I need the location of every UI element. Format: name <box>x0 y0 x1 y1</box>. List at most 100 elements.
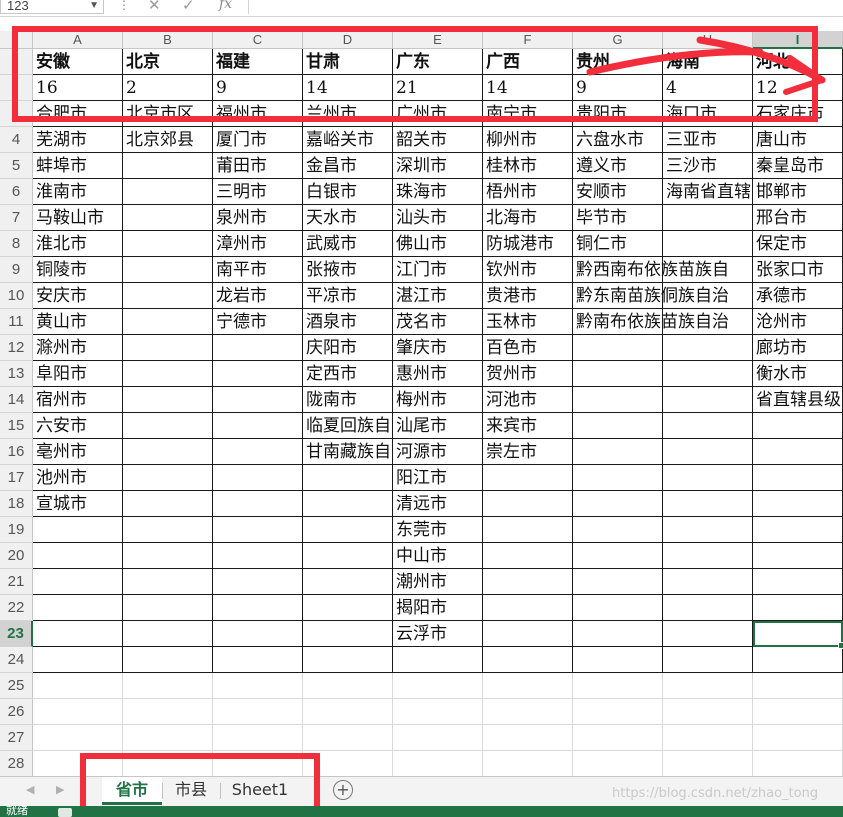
count-cell[interactable]: 9 <box>573 75 663 101</box>
city-cell[interactable] <box>393 751 483 776</box>
city-cell[interactable] <box>123 517 213 543</box>
city-cell[interactable]: 省直辖县级 <box>753 387 843 413</box>
city-cell[interactable]: 南宁市 <box>483 101 573 127</box>
count-cell[interactable]: 14 <box>483 75 573 101</box>
city-cell[interactable]: 毕节市 <box>573 205 663 231</box>
city-cell[interactable] <box>303 647 393 673</box>
city-cell[interactable]: 来宾市 <box>483 413 573 439</box>
city-cell[interactable] <box>663 673 753 699</box>
city-cell[interactable] <box>213 517 303 543</box>
city-cell[interactable]: 江门市 <box>393 257 483 283</box>
city-cell[interactable]: 云浮市 <box>393 621 483 647</box>
city-cell[interactable] <box>663 413 753 439</box>
city-cell[interactable]: 阜阳市 <box>33 361 123 387</box>
city-cell[interactable]: 天水市 <box>303 205 393 231</box>
city-cell[interactable]: 崇左市 <box>483 439 573 465</box>
city-cell[interactable]: 莆田市 <box>213 153 303 179</box>
city-cell[interactable]: 佛山市 <box>393 231 483 257</box>
city-cell[interactable] <box>663 491 753 517</box>
province-header-cell[interactable]: 甘肃 <box>303 49 393 75</box>
city-cell[interactable] <box>483 751 573 776</box>
city-cell[interactable]: 黄山市 <box>33 309 123 335</box>
city-cell[interactable] <box>33 699 123 725</box>
city-cell[interactable] <box>663 387 753 413</box>
city-cell[interactable] <box>483 725 573 751</box>
city-cell[interactable] <box>123 465 213 491</box>
city-cell[interactable] <box>573 621 663 647</box>
triangle-right-icon[interactable]: ▶ <box>56 783 64 796</box>
city-cell[interactable]: 三亚市 <box>663 127 753 153</box>
city-cell[interactable]: 武威市 <box>303 231 393 257</box>
city-cell[interactable] <box>573 413 663 439</box>
city-cell[interactable]: 平凉市 <box>303 283 393 309</box>
city-cell[interactable] <box>123 543 213 569</box>
city-cell[interactable] <box>123 439 213 465</box>
city-cell[interactable]: 临夏回族自 <box>303 413 393 439</box>
city-cell[interactable] <box>663 517 753 543</box>
city-cell[interactable]: 贺州市 <box>483 361 573 387</box>
column-header-D[interactable]: D <box>303 31 393 49</box>
city-cell[interactable]: 保定市 <box>753 231 843 257</box>
city-cell[interactable] <box>213 361 303 387</box>
city-cell[interactable] <box>213 491 303 517</box>
city-cell[interactable] <box>573 751 663 776</box>
row-header[interactable]: 6 <box>0 179 33 205</box>
city-cell[interactable] <box>213 439 303 465</box>
city-cell[interactable] <box>753 751 843 776</box>
city-cell[interactable] <box>123 257 213 283</box>
city-cell[interactable]: 兰州市 <box>303 101 393 127</box>
city-cell[interactable] <box>753 465 843 491</box>
city-cell[interactable] <box>33 751 123 776</box>
row-header[interactable]: 27 <box>0 725 33 751</box>
column-header-I[interactable]: I <box>753 31 843 49</box>
city-cell[interactable] <box>123 621 213 647</box>
city-cell[interactable] <box>213 387 303 413</box>
city-cell[interactable]: 北京市区 <box>123 101 213 127</box>
macro-record-icon[interactable] <box>58 808 72 817</box>
city-cell[interactable] <box>303 699 393 725</box>
city-cell[interactable] <box>753 569 843 595</box>
city-cell[interactable] <box>213 647 303 673</box>
city-cell[interactable]: 芜湖市 <box>33 127 123 153</box>
city-cell[interactable] <box>573 543 663 569</box>
city-cell[interactable]: 汕头市 <box>393 205 483 231</box>
city-cell[interactable]: 六安市 <box>33 413 123 439</box>
city-cell[interactable] <box>393 725 483 751</box>
count-cell[interactable]: 14 <box>303 75 393 101</box>
city-cell[interactable] <box>483 673 573 699</box>
city-cell[interactable] <box>123 413 213 439</box>
city-cell[interactable]: 酒泉市 <box>303 309 393 335</box>
city-cell[interactable] <box>123 569 213 595</box>
city-cell[interactable]: 韶关市 <box>393 127 483 153</box>
city-cell[interactable]: 揭阳市 <box>393 595 483 621</box>
city-cell[interactable] <box>123 725 213 751</box>
city-cell[interactable] <box>753 413 843 439</box>
city-cell[interactable] <box>123 647 213 673</box>
count-cell[interactable]: 21 <box>393 75 483 101</box>
city-cell[interactable] <box>213 595 303 621</box>
city-cell[interactable] <box>303 517 393 543</box>
city-cell[interactable] <box>573 335 663 361</box>
more-options-icon[interactable]: ⋮ <box>118 0 130 12</box>
city-cell[interactable]: 三明市 <box>213 179 303 205</box>
city-cell[interactable] <box>663 647 753 673</box>
city-cell[interactable] <box>753 543 843 569</box>
row-header[interactable] <box>0 101 33 127</box>
city-cell[interactable] <box>663 725 753 751</box>
column-header-F[interactable]: F <box>483 31 573 49</box>
city-cell[interactable]: 唐山市 <box>753 127 843 153</box>
city-cell[interactable]: 河池市 <box>483 387 573 413</box>
city-cell[interactable] <box>213 465 303 491</box>
city-cell[interactable] <box>483 517 573 543</box>
city-cell[interactable]: 庆阳市 <box>303 335 393 361</box>
city-cell[interactable] <box>33 725 123 751</box>
city-cell[interactable]: 宣城市 <box>33 491 123 517</box>
city-cell[interactable] <box>213 699 303 725</box>
city-cell[interactable] <box>303 595 393 621</box>
city-cell[interactable]: 安庆市 <box>33 283 123 309</box>
city-cell[interactable]: 阳江市 <box>393 465 483 491</box>
city-cell[interactable] <box>213 335 303 361</box>
city-cell[interactable]: 沧州市 <box>753 309 843 335</box>
city-cell[interactable] <box>573 725 663 751</box>
triangle-left-icon[interactable]: ◀ <box>26 783 34 796</box>
